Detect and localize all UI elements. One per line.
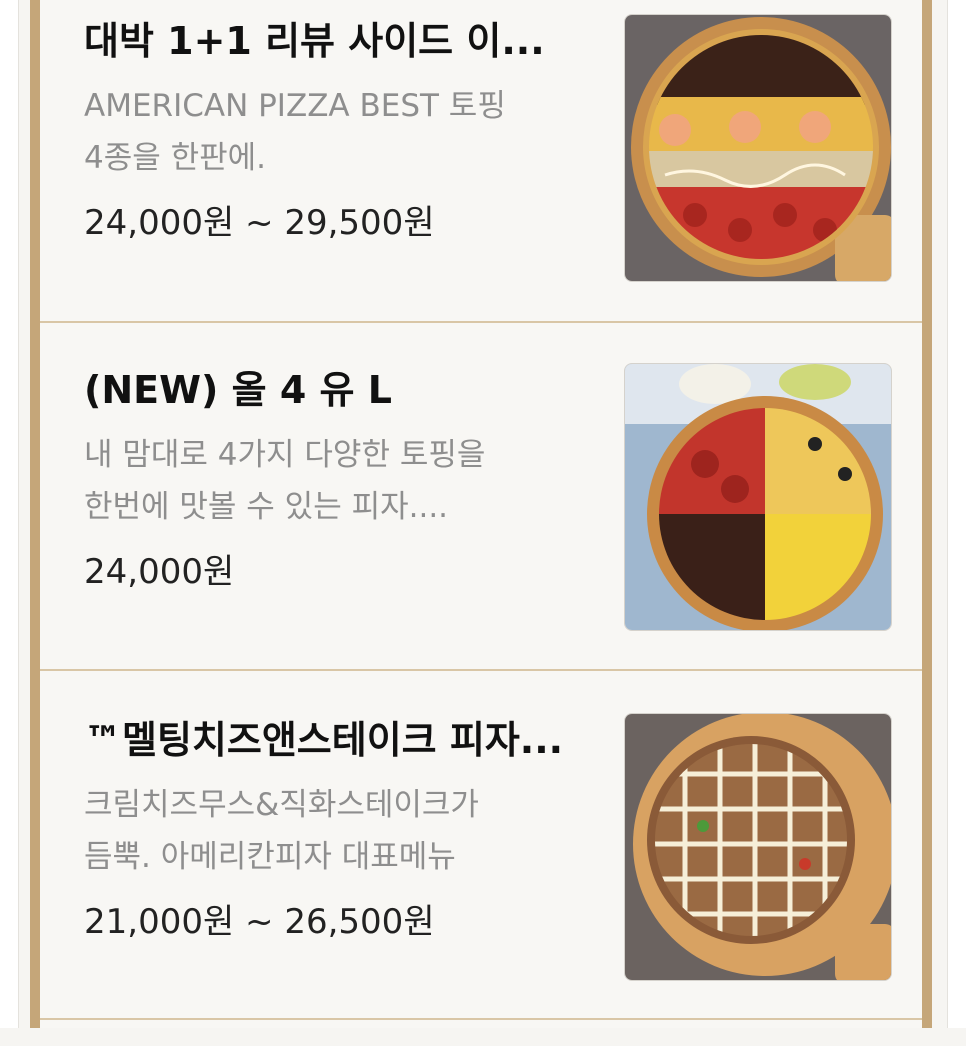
menu-item-description-line: 한번에 맛볼 수 있는 피자.... [84, 489, 449, 525]
item-divider [40, 1018, 922, 1020]
menu-list: 대박 1+1 리뷰 사이드 이... AMERICAN PIZZA BEST 토… [30, 0, 932, 1028]
item-divider [40, 321, 922, 323]
menu-item-description-line: 내 맘대로 4가지 다양한 토핑을 [84, 437, 486, 473]
menu-item-description-line: 듬뿍. 아메리칸피자 대표메뉴 [84, 839, 456, 875]
menu-item-3[interactable]: ™멜팅치즈앤스테이크 피자... 크림치즈무스&직화스테이크가 듬뿍. 아메리칸… [40, 697, 922, 1046]
menu-item-description-line: AMERICAN PIZZA BEST 토핑 [84, 88, 506, 124]
menu-item-2[interactable]: (NEW) 올 4 유 L 내 맘대로 4가지 다양한 토핑을 한번에 맛볼 수… [40, 347, 922, 696]
menu-item-description: 크림치즈무스&직화스테이크가 듬뿍. 아메리칸피자 대표메뉴 [84, 779, 584, 883]
menu-item-name: 대박 1+1 리뷰 사이드 이... [84, 19, 545, 63]
pizza-all-4-you-photo[interactable] [624, 363, 892, 631]
menu-item-name: ™멜팅치즈앤스테이크 피자... [84, 718, 564, 762]
menu-item-price: 24,000원 [84, 552, 235, 592]
left-gutter [0, 0, 19, 1028]
menu-item-description-line: 크림치즈무스&직화스테이크가 [84, 787, 479, 823]
menu-item-1[interactable]: 대박 1+1 리뷰 사이드 이... AMERICAN PIZZA BEST 토… [40, 0, 922, 347]
menu-item-price: 21,000원 ~ 26,500원 [84, 902, 435, 942]
menu-item-description: AMERICAN PIZZA BEST 토핑 4종을 한판에. [84, 80, 584, 184]
item-divider [40, 669, 922, 671]
right-gutter [947, 0, 966, 1028]
menu-item-description-line: 4종을 한판에. [84, 140, 267, 176]
pizza-melting-cheese-steak-photo[interactable] [624, 713, 892, 981]
menu-item-description: 내 맘대로 4가지 다양한 토핑을 한번에 맛볼 수 있는 피자.... [84, 429, 584, 533]
menu-item-price: 24,000원 ~ 29,500원 [84, 203, 435, 243]
pizza-four-topping-photo[interactable] [624, 14, 892, 282]
menu-item-name: (NEW) 올 4 유 L [84, 368, 392, 412]
